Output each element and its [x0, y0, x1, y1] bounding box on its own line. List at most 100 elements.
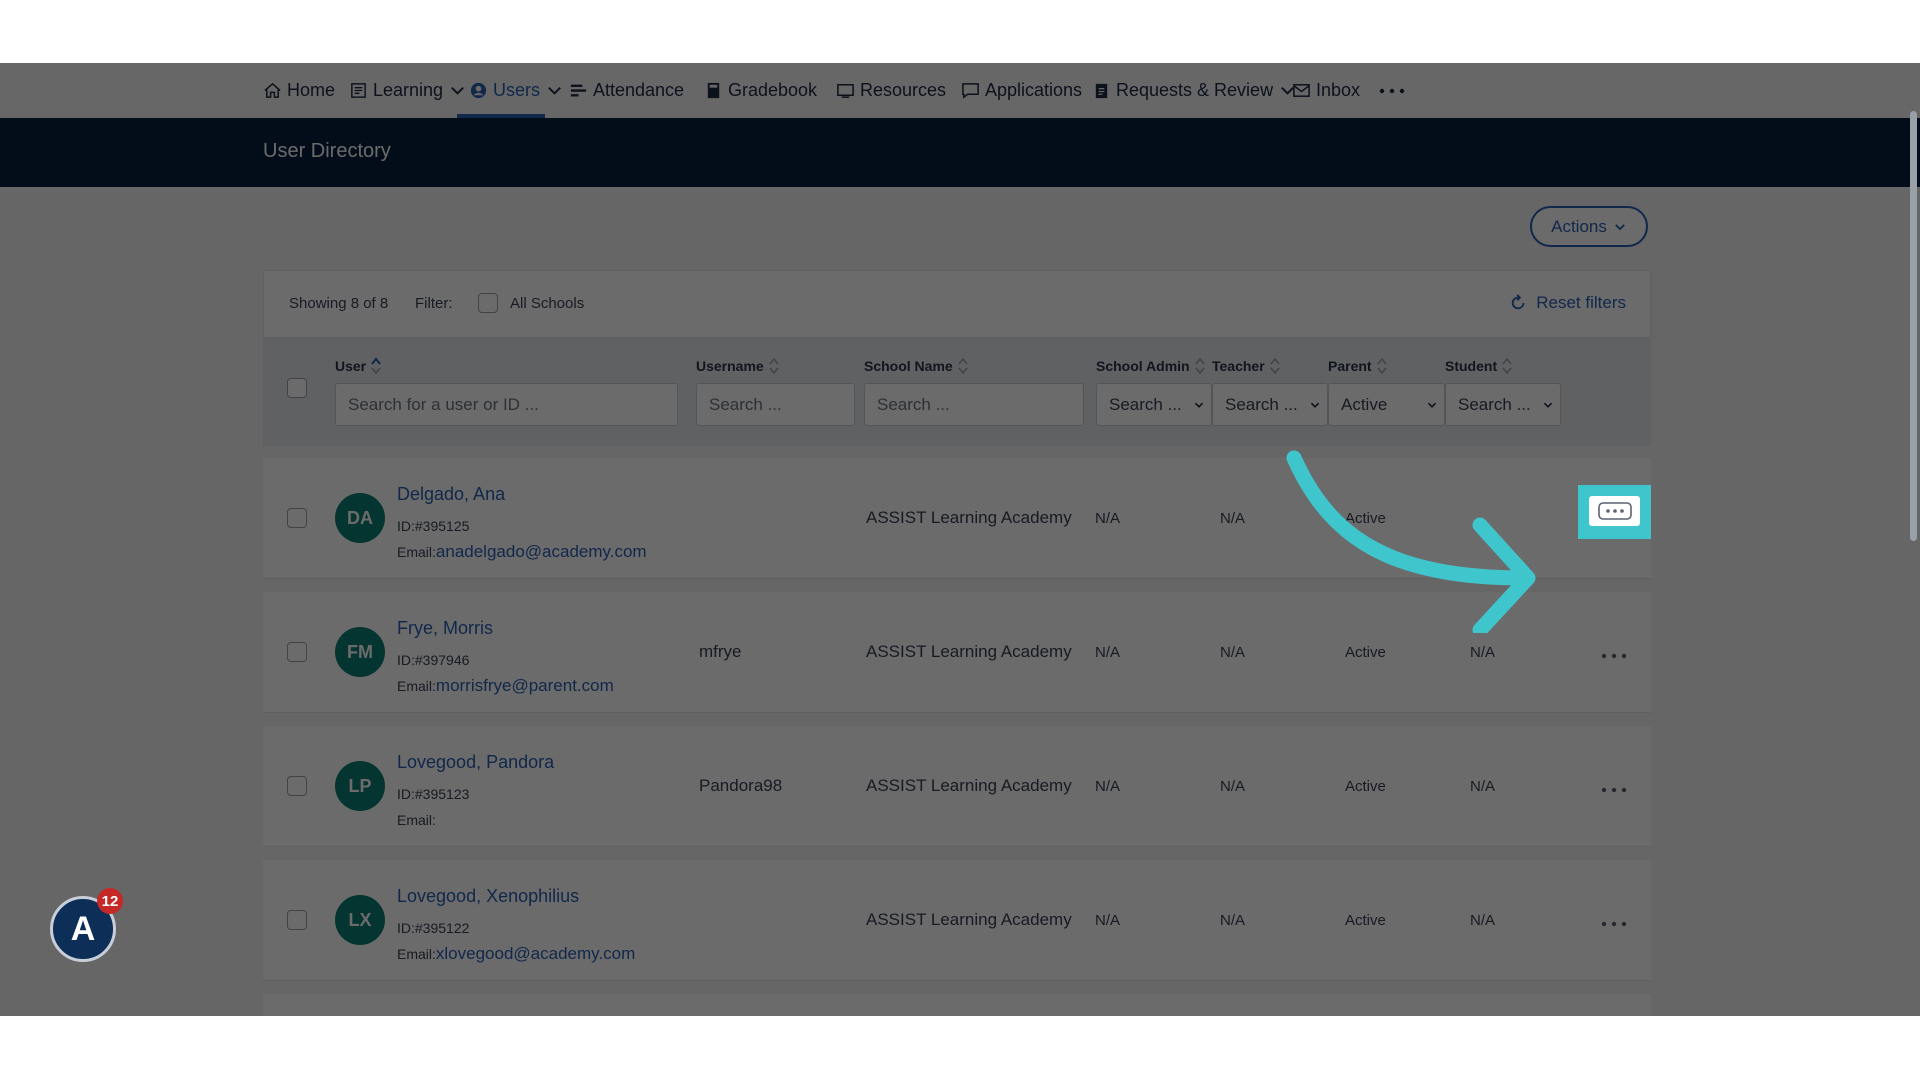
- student-select[interactable]: Search ...: [1445, 383, 1561, 426]
- parent-select[interactable]: Active: [1328, 383, 1445, 426]
- school-name-cell: ASSIST Learning Academy: [866, 776, 1072, 795]
- table-row[interactable]: LP Lovegood, Pandora ID:#395123 Email: P…: [263, 726, 1651, 847]
- column-teacher[interactable]: Teacher: [1212, 356, 1281, 376]
- school-admin-select-value: Search ...: [1109, 394, 1182, 414]
- username-search-input[interactable]: Search ...: [696, 383, 855, 426]
- nav-learning-label: Learning: [373, 80, 444, 100]
- clipboard-icon: [1095, 83, 1108, 99]
- attendance-icon: [570, 84, 587, 97]
- select-all-checkbox[interactable]: [287, 378, 307, 398]
- teacher-select-value: Search ...: [1225, 394, 1298, 414]
- sort-icon: [1376, 356, 1388, 376]
- email-link[interactable]: xlovegood@academy.com: [436, 944, 635, 963]
- chevron-down-icon: [1543, 402, 1553, 408]
- user-id: ID:#395123: [397, 786, 470, 802]
- column-parent-label: Parent: [1328, 358, 1372, 374]
- user-search-input[interactable]: Search for a user or ID ...: [335, 383, 678, 426]
- notification-count-badge: 12: [97, 888, 123, 914]
- row-checkbox[interactable]: [287, 776, 307, 796]
- nav-more-button[interactable]: [1378, 63, 1406, 118]
- email-link[interactable]: morrisfrye@parent.com: [436, 676, 614, 695]
- reset-filters-label: Reset filters: [1536, 293, 1626, 312]
- school-admin-cell: N/A: [1095, 644, 1121, 661]
- parent-cell: Active: [1345, 912, 1386, 929]
- column-school-admin[interactable]: School Admin: [1096, 356, 1206, 376]
- username-cell: Pandora98: [699, 776, 783, 795]
- nav-inbox[interactable]: Inbox: [1292, 63, 1360, 118]
- user-name-link[interactable]: Lovegood, Pandora: [397, 752, 554, 773]
- mail-icon: [1293, 84, 1310, 97]
- reset-filters-button[interactable]: Reset filters: [1510, 293, 1626, 313]
- column-school-admin-label: School Admin: [1096, 358, 1190, 374]
- table-header: User Username School Name School Admin T…: [263, 338, 1651, 446]
- column-parent[interactable]: Parent: [1328, 356, 1388, 376]
- teacher-cell: N/A: [1220, 912, 1246, 929]
- scrollbar[interactable]: [1910, 111, 1917, 541]
- nav-applications[interactable]: Applications: [961, 63, 1082, 118]
- user-name-link[interactable]: Frye, Morris: [397, 618, 493, 639]
- user-email: Email:: [397, 810, 436, 830]
- chevron-down-icon: [1427, 402, 1437, 408]
- nav-attendance[interactable]: Attendance: [569, 63, 684, 118]
- user-email: Email:anadelgado@academy.com: [397, 542, 647, 562]
- school-search-input[interactable]: Search ...: [864, 383, 1084, 426]
- row-more-button[interactable]: [1600, 650, 1628, 660]
- resources-icon: [837, 84, 854, 98]
- nav-resources[interactable]: Resources: [836, 63, 946, 118]
- nav-home-label: Home: [287, 80, 336, 100]
- avatar: LP: [335, 761, 385, 811]
- nav-users[interactable]: Users: [469, 63, 564, 118]
- user-email: Email:xlovegood@academy.com: [397, 944, 635, 964]
- school-admin-select[interactable]: Search ...: [1096, 383, 1212, 426]
- column-username[interactable]: Username: [696, 356, 780, 376]
- student-select-value: Search ...: [1458, 394, 1531, 414]
- floating-assistant-button[interactable]: A 12: [50, 888, 123, 962]
- more-button-box: [1589, 496, 1640, 526]
- user-name-link[interactable]: Lovegood, Xenophilius: [397, 886, 579, 907]
- teacher-cell: N/A: [1220, 510, 1246, 527]
- highlighted-row-more-button[interactable]: [1578, 485, 1651, 539]
- column-user[interactable]: User: [335, 356, 382, 376]
- email-label: Email:: [397, 946, 436, 962]
- teacher-select[interactable]: Search ...: [1212, 383, 1328, 426]
- student-cell: N/A: [1470, 912, 1496, 929]
- school-admin-cell: N/A: [1095, 912, 1121, 929]
- chat-icon: [962, 83, 979, 99]
- filter-bar: Showing 8 of 8 Filter: All Schools Reset…: [263, 270, 1651, 338]
- chevron-down-icon: [1615, 223, 1625, 230]
- row-more-button[interactable]: [1600, 918, 1628, 928]
- table-row[interactable]: LX Lovegood, Xenophilius ID:#395122 Emai…: [263, 860, 1651, 981]
- refresh-icon: [1512, 294, 1525, 310]
- row-more-button[interactable]: [1600, 784, 1628, 794]
- user-id: ID:#397946: [397, 652, 470, 668]
- column-student[interactable]: Student: [1445, 356, 1513, 376]
- gradebook-icon: [707, 82, 720, 99]
- row-checkbox[interactable]: [287, 910, 307, 930]
- teacher-cell: N/A: [1220, 644, 1246, 661]
- all-schools-checkbox[interactable]: [478, 293, 498, 313]
- more-horizontal-icon: [1597, 502, 1632, 520]
- actions-label: Actions: [1551, 216, 1607, 236]
- user-name-link[interactable]: Delgado, Ana: [397, 484, 505, 505]
- learning-icon: [351, 83, 366, 98]
- nav-learning[interactable]: Learning: [349, 63, 467, 118]
- nav-home[interactable]: Home: [263, 63, 335, 118]
- nav-gradebook[interactable]: Gradebook: [704, 63, 817, 118]
- column-school-name[interactable]: School Name: [864, 356, 969, 376]
- avatar: FM: [335, 627, 385, 677]
- sort-icon: [1269, 356, 1281, 376]
- parent-cell: Active: [1345, 778, 1386, 795]
- row-checkbox[interactable]: [287, 508, 307, 528]
- user-id: ID:#395122: [397, 920, 470, 936]
- nav-attendance-label: Attendance: [593, 80, 685, 100]
- more-horizontal-icon: [1601, 653, 1627, 659]
- email-link[interactable]: anadelgado@academy.com: [436, 542, 647, 561]
- username-cell: mfrye: [699, 642, 742, 661]
- column-student-label: Student: [1445, 358, 1498, 374]
- sort-icon: [1194, 356, 1206, 376]
- home-icon: [264, 82, 281, 98]
- table-row[interactable]: [263, 994, 1651, 1016]
- nav-requests[interactable]: Requests & Review: [1092, 63, 1297, 118]
- actions-button[interactable]: Actions: [1530, 206, 1648, 247]
- row-checkbox[interactable]: [287, 642, 307, 662]
